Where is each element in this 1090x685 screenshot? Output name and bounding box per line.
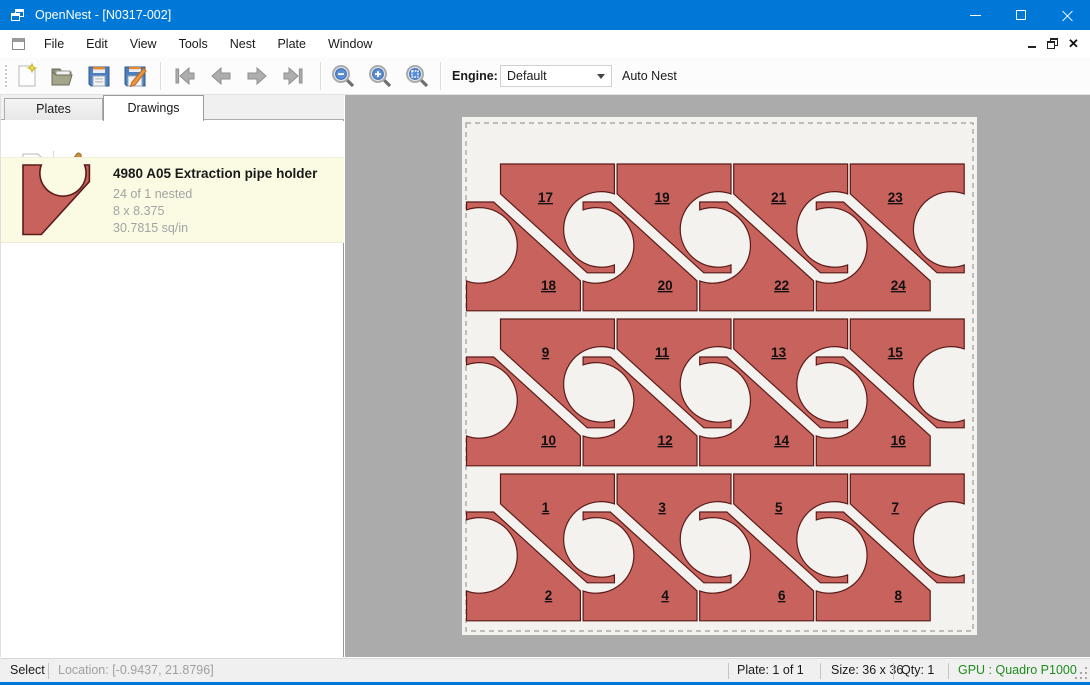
engine-selected-value: Default [507, 69, 597, 83]
resize-grip[interactable] [1074, 666, 1087, 679]
tab-drawings[interactable]: Drawings [103, 95, 204, 121]
zoom-out-icon[interactable] [330, 63, 356, 89]
menu-item-view[interactable]: View [119, 32, 168, 56]
save-icon[interactable] [86, 63, 112, 89]
part-number-label: 13 [771, 345, 787, 360]
child-close-icon: ✕ [1068, 37, 1079, 50]
child-restore-icon [1047, 38, 1058, 49]
part-number-label: 4 [661, 588, 669, 603]
part-number-label: 15 [888, 345, 904, 360]
status-bar: Select Location: [-0.9437, 21.8796] Plat… [0, 658, 1090, 682]
menu-item-file[interactable]: File [33, 32, 75, 56]
toolbar-separator [440, 62, 441, 90]
drawing-dimensions: 8 x 8.375 [113, 203, 317, 220]
window-title: OpenNest - [N0317-002] [35, 8, 171, 22]
close-icon [1062, 10, 1073, 21]
child-close-button[interactable]: ✕ [1063, 34, 1084, 54]
go-previous-icon[interactable] [208, 63, 234, 89]
drawings-toolbar [1, 121, 344, 157]
go-next-icon[interactable] [244, 63, 270, 89]
app-icon [11, 9, 25, 22]
zoom-in-icon[interactable] [367, 63, 393, 89]
minimize-button[interactable] [952, 0, 998, 30]
auto-nest-button[interactable]: Auto Nest [622, 69, 677, 83]
part-number-label: 22 [774, 278, 789, 293]
menu-item-window[interactable]: Window [317, 32, 383, 56]
statusbar-separator [893, 663, 894, 679]
part-number-label: 24 [891, 278, 907, 293]
engine-combobox[interactable]: Default [500, 65, 612, 87]
part-number-label: 10 [541, 433, 556, 448]
menu-item-nest[interactable]: Nest [219, 32, 267, 56]
application-window: OpenNest - [N0317-002] File Edit View To… [0, 0, 1090, 685]
drawing-title: 4980 A05 Extraction pipe holder [113, 166, 317, 181]
menu-item-tools[interactable]: Tools [168, 32, 219, 56]
tab-plates[interactable]: Plates [4, 98, 103, 120]
new-document-icon[interactable] [14, 63, 40, 89]
menu-item-edit[interactable]: Edit [75, 32, 119, 56]
part-number-label: 7 [892, 500, 900, 515]
drawing-area: 30.7815 sq/in [113, 220, 317, 237]
part-number-label: 19 [655, 190, 670, 205]
sidebar-panel: Plates Drawings 4980 A05 Extraction [0, 95, 344, 657]
nesting-canvas[interactable]: 171819202122232491011121314151612345678 [345, 95, 1090, 657]
menu-bar: File Edit View Tools Nest Plate Window ✕ [0, 30, 1090, 57]
toolbar-grip[interactable] [5, 65, 7, 87]
status-qty: Qty: 1 [901, 663, 934, 677]
part-number-label: 17 [538, 190, 553, 205]
part-number-label: 3 [658, 500, 666, 515]
child-minimize-icon [1028, 46, 1036, 48]
toolbar-separator [160, 62, 161, 90]
menu-item-plate[interactable]: Plate [266, 32, 317, 56]
part-number-label: 23 [888, 190, 904, 205]
part-number-label: 12 [658, 433, 673, 448]
part-number-label: 6 [778, 588, 786, 603]
part-number-label: 1 [542, 500, 550, 515]
part-number-label: 18 [541, 278, 557, 293]
drawing-nested-count: 24 of 1 nested [113, 186, 317, 203]
maximize-button[interactable] [998, 0, 1044, 30]
drawing-list-item[interactable]: 4980 A05 Extraction pipe holder 24 of 1 … [1, 157, 344, 243]
statusbar-separator [728, 663, 729, 679]
main-toolbar: Engine: Default Auto Nest [0, 57, 1090, 95]
child-minimize-button[interactable] [1021, 34, 1042, 54]
chevron-down-icon [597, 74, 605, 79]
statusbar-separator [948, 663, 949, 679]
part-number-label: 2 [545, 588, 553, 603]
sidebar-tabstrip: Plates Drawings [1, 95, 344, 120]
close-button[interactable] [1044, 0, 1090, 30]
child-restore-button[interactable] [1042, 34, 1063, 54]
maximize-icon [1016, 10, 1026, 20]
statusbar-separator [48, 663, 49, 679]
document-window-icon[interactable] [12, 38, 25, 50]
status-plate: Plate: 1 of 1 [737, 663, 804, 677]
title-bar: OpenNest - [N0317-002] [0, 0, 1090, 30]
status-gpu: GPU : Quadro P1000 [958, 663, 1077, 677]
status-location: Location: [-0.9437, 21.8796] [58, 663, 214, 677]
go-first-icon[interactable] [172, 63, 198, 89]
status-mode: Select [10, 663, 45, 677]
part-number-label: 21 [771, 190, 787, 205]
part-number-label: 9 [542, 345, 550, 360]
engine-label: Engine: [452, 69, 498, 83]
part-number-label: 16 [891, 433, 907, 448]
minimize-icon [970, 15, 981, 16]
part-number-label: 8 [895, 588, 903, 603]
drawing-thumbnail [19, 162, 101, 240]
open-folder-icon[interactable] [50, 63, 76, 89]
part-number-label: 11 [655, 345, 670, 360]
part-number-label: 14 [774, 433, 790, 448]
save-as-icon[interactable] [122, 63, 148, 89]
toolbar-separator [320, 62, 321, 90]
go-last-icon[interactable] [280, 63, 306, 89]
part-number-label: 5 [775, 500, 783, 515]
zoom-fit-icon[interactable] [404, 63, 430, 89]
statusbar-separator [820, 663, 821, 679]
part-number-label: 20 [658, 278, 673, 293]
